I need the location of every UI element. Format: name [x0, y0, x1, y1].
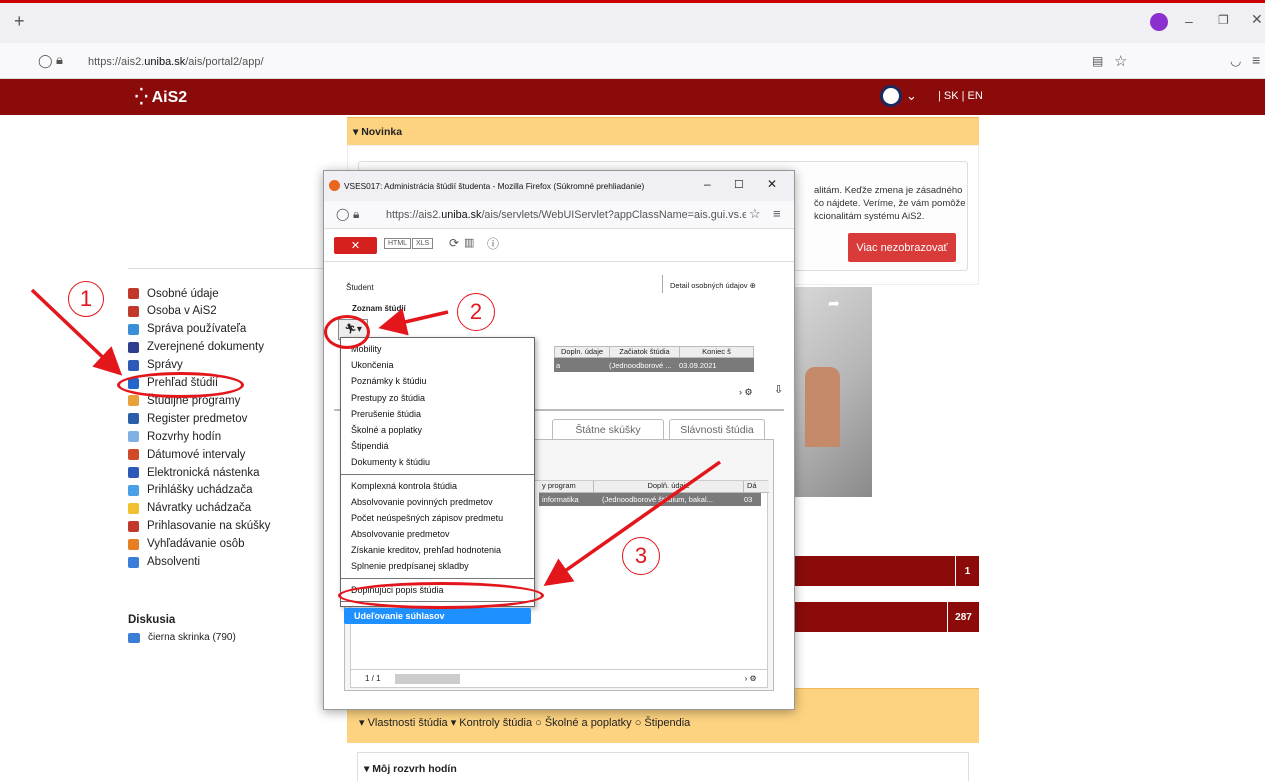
highlight-udelovanie — [338, 582, 544, 609]
arrow-2 — [378, 308, 449, 336]
highlight-prehlad — [117, 372, 244, 398]
annotation-2: 2 — [457, 293, 495, 331]
highlight-actions — [324, 315, 370, 349]
annotation-1: 1 — [68, 281, 104, 317]
annotation-3: 3 — [622, 537, 660, 575]
